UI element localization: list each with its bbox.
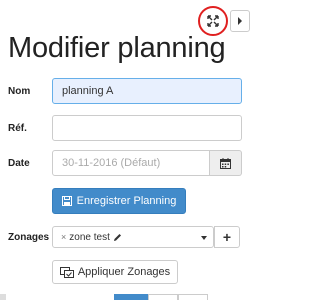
save-planning-label: Enregistrer Planning	[76, 195, 177, 207]
caret-right-icon	[238, 17, 242, 25]
apply-zonages-button[interactable]: Appliquer Zonages	[52, 260, 178, 284]
date-label: Date	[8, 157, 30, 169]
page-title: Modifier planning	[8, 32, 226, 64]
save-planning-button[interactable]: Enregistrer Planning	[52, 188, 186, 214]
bottom-tab[interactable]	[148, 294, 178, 300]
zone-tag-label: zone test	[69, 231, 110, 243]
zonages-select[interactable]: × zone test	[52, 226, 214, 248]
cropped-bottom-controls	[0, 294, 254, 300]
bottom-edge	[0, 294, 6, 300]
date-input[interactable]: 30-11-2016 (Défaut)	[52, 150, 210, 176]
ref-input[interactable]	[52, 115, 242, 141]
plus-icon: +	[222, 229, 232, 245]
nom-input[interactable]: planning A	[52, 78, 242, 104]
calendar-button[interactable]	[210, 150, 242, 176]
zonages-label: Zonages	[8, 231, 50, 243]
apply-zonages-label: Appliquer Zonages	[77, 266, 171, 278]
floppy-disk-icon	[61, 196, 72, 206]
zone-tag: × zone test	[61, 230, 122, 244]
expand-arrows-icon	[207, 15, 219, 27]
chevron-down-icon[interactable]	[201, 236, 207, 240]
apply-zones-icon	[59, 266, 74, 278]
collapse-panel-button[interactable]	[230, 10, 250, 32]
bottom-tab[interactable]	[178, 294, 208, 300]
add-zonage-button[interactable]: +	[214, 226, 240, 248]
nom-label: Nom	[8, 85, 31, 97]
ref-label: Réf.	[8, 122, 27, 134]
bottom-tab-active[interactable]	[114, 294, 148, 300]
remove-tag-icon[interactable]: ×	[61, 232, 66, 242]
pencil-icon[interactable]	[113, 233, 122, 242]
calendar-icon	[220, 157, 231, 169]
